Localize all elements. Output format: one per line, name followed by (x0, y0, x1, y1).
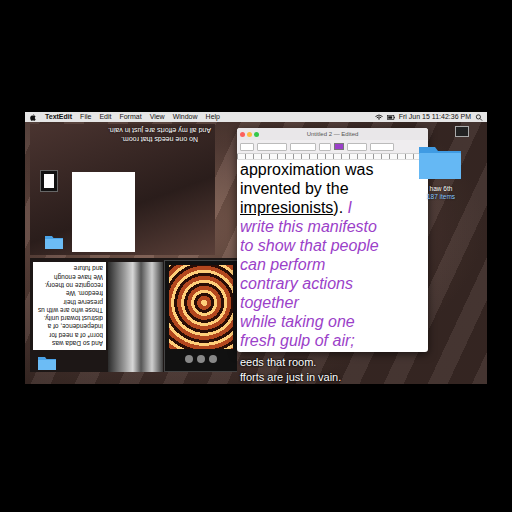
flipped-subtitles: No one needs that room.And all my effort… (108, 126, 211, 143)
battery-icon[interactable] (387, 114, 395, 121)
menu-item[interactable]: Window (173, 112, 198, 122)
folder-label[interactable]: haw 6th 187 items (411, 185, 471, 200)
search-icon[interactable] (475, 114, 483, 121)
align-buttons[interactable] (370, 143, 394, 151)
manifesto-line: We have enough (36, 272, 103, 280)
phone-screen (164, 260, 237, 372)
recording-window[interactable]: No one needs that room.And all my effort… (30, 124, 215, 255)
text-run: impresionists (240, 199, 333, 216)
font-dropdown[interactable] (257, 143, 287, 151)
folder-name: haw 6th (411, 185, 471, 193)
menu-bar: TextEdit File Edit Format View Window Help Fr… (25, 112, 487, 122)
wifi-icon[interactable] (375, 114, 383, 121)
size-field[interactable] (319, 143, 331, 151)
typeface-dropdown[interactable] (290, 143, 316, 151)
manifesto-line: and future (36, 264, 103, 272)
style-buttons[interactable] (347, 143, 367, 151)
style-dropdown[interactable] (240, 143, 254, 151)
close-button[interactable] (240, 132, 245, 137)
subtitle-line: No one needs that room. (108, 135, 211, 144)
apple-icon[interactable] (29, 114, 37, 121)
folder-icon[interactable] (418, 143, 462, 180)
manifesto-window[interactable]: And so Dada wasborn* of a need forindepe… (33, 262, 106, 350)
nested-recording[interactable]: And so Dada wasborn* of a need forindepe… (30, 258, 237, 372)
folder-icon[interactable] (38, 355, 56, 370)
subtitles: eeds that room.fforts are just in vain. (240, 355, 341, 385)
window-thumbnail-icon[interactable] (455, 126, 469, 137)
menu-item[interactable]: File (80, 112, 91, 122)
manifesto-line: born* of a need for (36, 330, 103, 338)
text-run: approximation was invented by the (240, 161, 373, 197)
screen: TextEdit File Edit Format View Window Help Fr… (25, 112, 487, 399)
manifesto-line: And so Dada was (36, 339, 103, 347)
menu-item[interactable]: Format (119, 112, 141, 122)
ruler[interactable] (237, 154, 428, 160)
tunnel-photo (169, 265, 233, 349)
format-toolbar (237, 140, 428, 154)
menu-item[interactable]: Edit (99, 112, 111, 122)
textedit-window[interactable]: Untitled 2 — Edited approximation was in… (237, 128, 428, 352)
clock[interactable]: Fri Jun 15 11:42:36 PM (399, 112, 471, 122)
shirt-photo (108, 262, 163, 372)
text-run: I write this manifesto to show that peop… (240, 199, 379, 349)
title-bar[interactable]: Untitled 2 — Edited (237, 128, 428, 140)
menu-item[interactable]: Help (206, 112, 220, 122)
status-area: Fri Jun 15 11:42:36 PM (375, 112, 483, 122)
app-menu[interactable]: TextEdit (45, 112, 72, 122)
minimize-button[interactable] (247, 132, 252, 137)
text-color-swatch[interactable] (334, 143, 344, 150)
manifesto-line: preserve their (36, 297, 103, 305)
manifesto-line: freedom. We (36, 289, 103, 297)
document-text[interactable]: approximation was invented by the impres… (237, 160, 428, 352)
subtitle-line: fforts are just in vain. (240, 370, 341, 385)
subtitle-line: And all my efforts are just in vain. (108, 126, 211, 135)
folder-count: 187 items (411, 193, 471, 201)
text-run: ). (333, 199, 347, 216)
manifesto-line: independence, of a (36, 322, 103, 330)
document-page[interactable] (72, 172, 135, 252)
window-title: Untitled 2 — Edited (237, 128, 428, 140)
phone-controls (169, 353, 233, 365)
manifesto-text: And so Dada wasborn* of a need forindepe… (33, 262, 106, 349)
menu-list: File Edit Format View Window Help (80, 112, 220, 122)
bottom-strip (25, 384, 487, 399)
manifesto-line: distrust toward unity. (36, 314, 103, 322)
manifesto-line: recognize no theory. (36, 281, 103, 289)
manifesto-line: Those who are with us (36, 305, 103, 313)
zoom-button[interactable] (254, 132, 259, 137)
menu-item[interactable]: View (150, 112, 165, 122)
subtitle-line: eeds that room. (240, 355, 341, 370)
mini-window[interactable] (40, 170, 58, 192)
folder-icon[interactable] (45, 234, 63, 249)
